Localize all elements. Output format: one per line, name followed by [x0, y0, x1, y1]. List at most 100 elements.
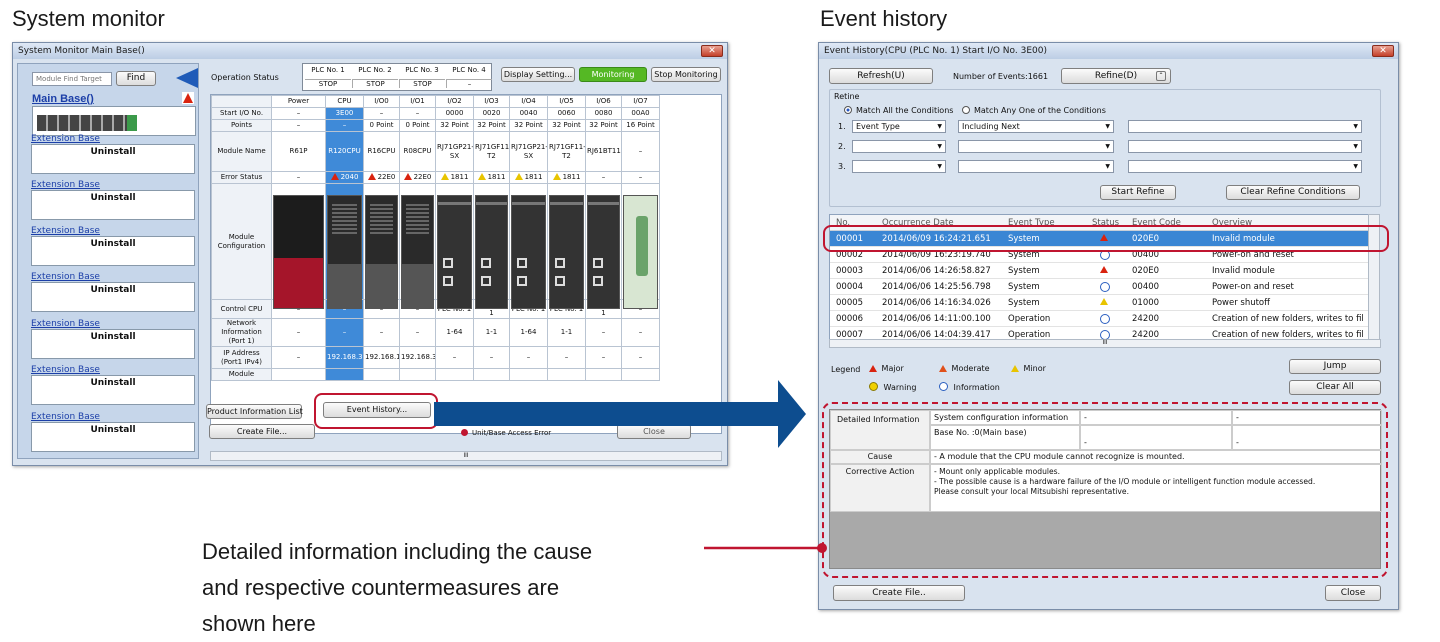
condition-operator-dropdown[interactable]: Including Next ▼ [958, 120, 1114, 133]
module-find-input[interactable] [32, 72, 112, 86]
condition-operator-dropdown[interactable]: ▼ [958, 160, 1114, 173]
condition-operator-dropdown[interactable]: ▼ [958, 140, 1114, 153]
condition-type-dropdown[interactable]: Event Type ▼ [852, 120, 946, 133]
event-create-file-button[interactable]: Create File.. [833, 585, 965, 601]
grid-cell: 0040 [509, 107, 548, 120]
grid-cell [585, 368, 622, 381]
extension-base-link[interactable]: Extension Base [31, 412, 100, 422]
refine-button[interactable]: Refine(D) ⌃ [1061, 68, 1171, 84]
extension-base-slot[interactable]: Uninstall [31, 282, 195, 312]
start-refine-button[interactable]: Start Refine [1100, 185, 1176, 200]
condition-type-dropdown[interactable]: ▼ [852, 140, 946, 153]
event-overview: Creation of new folders, writes to fil [1212, 314, 1364, 324]
row-label: Network Information (Port 1) [211, 318, 272, 347]
info-status-icon [1100, 282, 1110, 292]
legend-warning-label: Warning [883, 383, 917, 392]
grid-cell: – [435, 346, 474, 369]
grid-cell: I/O0 [363, 95, 400, 108]
refresh-button[interactable]: Refresh(U) [829, 68, 933, 84]
plc-status: STOP [305, 79, 351, 88]
grid-cell: – [325, 318, 364, 347]
extension-base-link[interactable]: Extension Base [31, 180, 100, 190]
monitoring-button[interactable]: Monitoring [579, 67, 647, 82]
main-base-link[interactable]: Main Base() [32, 93, 94, 105]
extension-base-slot[interactable]: Uninstall [31, 375, 195, 405]
event-close-icon[interactable]: ✕ [1372, 45, 1394, 57]
extension-base-link[interactable]: Extension Base [31, 319, 100, 329]
jump-button[interactable]: Jump [1289, 359, 1381, 374]
event-no: 00003 [836, 266, 864, 276]
grid-cell: 1811 [547, 171, 586, 184]
grid-cell: – [585, 171, 622, 184]
grid-cell: 00A0 [621, 107, 660, 120]
event-row[interactable]: 00005 2014/06/06 14:16:34.026 System 01000 P… [830, 295, 1368, 311]
grid-cell: I/O2 [435, 95, 474, 108]
event-row[interactable]: 00004 2014/06/06 14:25:56.798 System 00400 P… [830, 279, 1368, 295]
legend-moderate: Moderate [939, 364, 990, 373]
stop-monitoring-button[interactable]: Stop Monitoring [651, 67, 721, 82]
extension-base-link[interactable]: Extension Base [31, 365, 100, 375]
extension-base-slot[interactable]: Uninstall [31, 190, 195, 220]
grid-cell: – [585, 318, 622, 347]
legend-information: Information [939, 382, 1000, 392]
extension-base-slot[interactable]: Uninstall [31, 236, 195, 266]
chevron-down-icon: ▼ [1105, 123, 1110, 130]
event-close-button[interactable]: Close [1325, 585, 1381, 601]
extension-base-slot[interactable]: Uninstall [31, 422, 195, 452]
module-image [623, 195, 658, 309]
close-icon[interactable]: ✕ [701, 45, 723, 57]
grid-cell: – [509, 346, 548, 369]
match-all-radio[interactable]: Match All the Conditions [844, 106, 953, 115]
grid-cell: – [271, 119, 326, 132]
module-image [365, 195, 398, 309]
event-row[interactable]: 00003 2014/06/06 14:26:58.827 System 020E0 I… [830, 263, 1368, 279]
extension-base-slot[interactable]: Uninstall [31, 329, 195, 359]
condition-value-dropdown[interactable]: ▼ [1128, 120, 1362, 133]
legend-major: Major [869, 364, 904, 373]
condition-type-dropdown[interactable]: ▼ [852, 160, 946, 173]
chevron-down-icon: ▼ [1105, 163, 1110, 170]
clear-all-button[interactable]: Clear All [1289, 380, 1381, 395]
minor-icon [1100, 298, 1108, 305]
condition-value-dropdown[interactable]: ▼ [1128, 160, 1362, 173]
event-date: 2014/06/06 14:25:56.798 [882, 282, 991, 292]
match-any-radio[interactable]: Match Any One of the Conditions [962, 106, 1106, 115]
row-label: Points [211, 119, 272, 132]
grid-cell: 3E00 [325, 107, 364, 120]
grid-cell: RJ71GF11-T2 [473, 131, 510, 172]
event-history-highlight [314, 393, 438, 429]
event-list-hscroll[interactable]: III [829, 339, 1381, 348]
event-no: 00004 [836, 282, 864, 292]
grid-cell: – [271, 346, 326, 369]
display-setting-button[interactable]: Display Setting... [501, 67, 575, 82]
extension-base-slot[interactable]: Uninstall [31, 144, 195, 174]
main-base-thumb[interactable] [32, 106, 196, 136]
grid-cell: 0 Point [399, 119, 436, 132]
minor-icon [514, 173, 523, 180]
clear-refine-button[interactable]: Clear Refine Conditions [1226, 185, 1360, 200]
grid-cell [271, 368, 326, 381]
grid-cell [473, 368, 510, 381]
horizontal-scrollbar[interactable]: III [210, 451, 722, 461]
grid-cell: R61P [271, 131, 326, 172]
grid-cell [621, 368, 660, 381]
find-button[interactable]: Find [116, 71, 156, 86]
extension-base-link[interactable]: Extension Base [31, 226, 100, 236]
event-overview: Power shutoff [1212, 298, 1270, 308]
event-code: 020E0 [1132, 266, 1160, 276]
extension-base-link[interactable]: Extension Base [31, 272, 100, 282]
event-scroll-grip: III [1102, 340, 1108, 346]
plc-status: – [446, 79, 492, 88]
product-info-button[interactable]: Product Information List [206, 404, 303, 419]
create-file-button[interactable]: Create File... [209, 424, 315, 439]
grid-cell: 32 Point [547, 119, 586, 132]
extension-base-link[interactable]: Extension Base [31, 134, 100, 144]
information-icon [939, 382, 948, 391]
grid-cell: 0 Point [363, 119, 400, 132]
grid-cell: I/O1 [399, 95, 436, 108]
grid-cell: – [473, 346, 510, 369]
event-row[interactable]: 00006 2014/06/06 14:11:00.100 Operation 242… [830, 311, 1368, 327]
condition-value-dropdown[interactable]: ▼ [1128, 140, 1362, 153]
back-arrow-icon[interactable] [176, 68, 198, 88]
event-type: System [1008, 266, 1040, 276]
